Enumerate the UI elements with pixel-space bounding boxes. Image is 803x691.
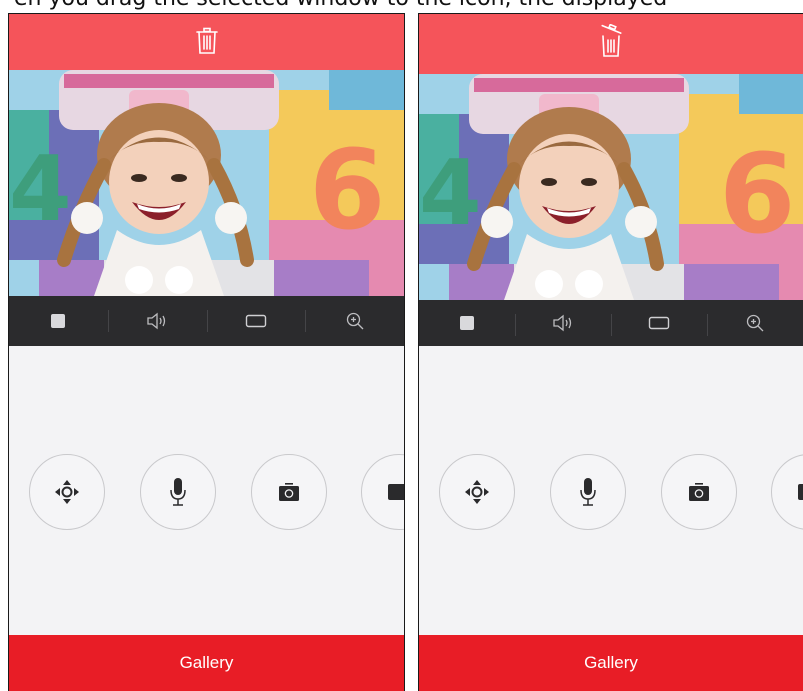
trash-icon [195, 27, 218, 54]
zoom-in-icon [746, 314, 764, 332]
record-button[interactable] [771, 454, 803, 530]
child-photo: 6 4 [419, 74, 803, 300]
control-buttons-row [419, 454, 803, 534]
camera-snapshot-icon [689, 483, 709, 501]
delete-drop-bar[interactable] [419, 14, 803, 74]
zoom-button[interactable] [707, 300, 803, 346]
caption-text: en you drag the selected window to the i… [0, 0, 803, 10]
zoom-button[interactable] [305, 296, 404, 346]
speaker-icon [553, 314, 572, 332]
ptz-button[interactable] [29, 454, 105, 530]
playback-toolbar [419, 300, 803, 346]
gallery-label: Gallery [179, 653, 234, 672]
svg-text:6: 6 [309, 126, 386, 254]
speaker-icon [147, 312, 166, 330]
snapshot-button[interactable] [251, 454, 327, 530]
playback-toolbar [9, 296, 404, 346]
stop-button[interactable] [9, 296, 108, 346]
gallery-button[interactable]: Gallery [419, 635, 803, 691]
stop-square-icon [460, 316, 474, 330]
aspect-ratio-icon [648, 316, 670, 330]
record-button[interactable] [361, 454, 404, 530]
record-icon [388, 484, 404, 500]
svg-text:6: 6 [719, 130, 796, 258]
phone-screen-left: 6 4 Gallery [8, 13, 405, 691]
microphone-icon [580, 478, 596, 506]
aspect-ratio-icon [245, 314, 267, 328]
aspect-ratio-button[interactable] [206, 296, 306, 346]
delete-drop-bar[interactable] [9, 14, 404, 70]
stop-square-icon [51, 314, 66, 328]
ptz-button[interactable] [439, 454, 515, 530]
talk-button[interactable] [550, 454, 626, 530]
gallery-button[interactable]: Gallery [9, 635, 404, 691]
phone-screen-right: 6 4 Gallery [418, 13, 803, 691]
audio-button[interactable] [515, 300, 611, 346]
trash-icon [601, 24, 622, 57]
ptz-direction-icon [55, 480, 79, 504]
control-buttons-row [9, 454, 404, 534]
talk-button[interactable] [140, 454, 216, 530]
gallery-label: Gallery [584, 653, 638, 672]
snapshot-button[interactable] [661, 454, 737, 530]
zoom-in-icon [346, 312, 364, 330]
live-video-view[interactable]: 6 4 [419, 74, 803, 300]
ptz-direction-icon [465, 480, 489, 504]
microphone-icon [170, 478, 186, 506]
audio-button[interactable] [107, 296, 207, 346]
live-video-view[interactable]: 6 4 [9, 70, 404, 296]
child-photo: 6 4 [9, 70, 404, 296]
record-icon [798, 484, 803, 500]
camera-snapshot-icon [279, 483, 299, 501]
aspect-ratio-button[interactable] [611, 300, 707, 346]
stop-button[interactable] [419, 300, 515, 346]
svg-text:4: 4 [9, 137, 72, 242]
svg-text:4: 4 [419, 141, 482, 246]
